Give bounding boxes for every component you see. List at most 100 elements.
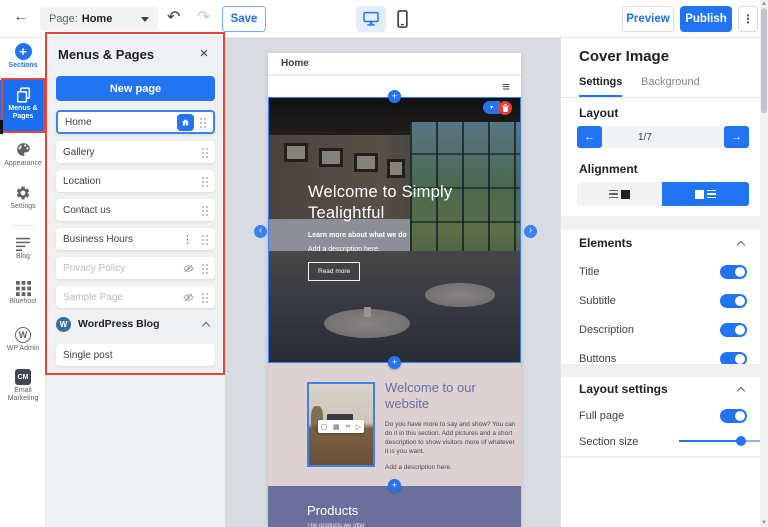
scrollbar-thumb[interactable] — [761, 8, 767, 113]
drag-handle-icon[interactable] — [201, 205, 208, 216]
page-row-label: Home — [65, 117, 92, 128]
mobile-view-button[interactable] — [392, 6, 412, 32]
vertical-scrollbar[interactable]: ▲ ▼ — [760, 0, 768, 527]
page-selector-dropdown[interactable]: Page: Home — [40, 7, 158, 31]
add-section-button[interactable]: + — [388, 479, 401, 492]
tab-settings[interactable]: Settings — [579, 76, 622, 97]
desktop-view-button[interactable] — [356, 6, 386, 32]
back-icon[interactable]: ← — [13, 8, 29, 26]
about-description[interactable]: Add a description here. — [385, 464, 517, 471]
layout-next-button[interactable]: → — [724, 126, 749, 148]
products-heading[interactable]: Products — [307, 503, 358, 518]
sidebar-item-sections[interactable]: + Sections — [0, 40, 46, 70]
layout-next-arrow[interactable]: › — [524, 225, 537, 238]
sidebar-item-blog[interactable]: Blog — [0, 234, 46, 261]
undo-icon[interactable]: ↶ — [167, 7, 180, 27]
publish-button[interactable]: Publish — [680, 6, 732, 32]
hero-description[interactable]: Add a description here. — [308, 246, 468, 253]
delete-section-button[interactable] — [498, 101, 512, 115]
video-icon[interactable]: ▷ — [356, 423, 361, 431]
drag-handle-icon[interactable] — [201, 234, 208, 245]
page-row-gallery[interactable]: Gallery — [56, 141, 215, 163]
scroll-up-arrow[interactable]: ▲ — [760, 1, 768, 7]
more-options-button[interactable]: ⋮ — [738, 6, 758, 32]
preview-button[interactable]: Preview — [622, 6, 674, 32]
gallery-icon[interactable]: ▦ — [333, 423, 340, 431]
alignment-image-left-button[interactable] — [662, 182, 749, 206]
link-icon[interactable]: ∞ — [345, 423, 350, 430]
sidebar-item-settings[interactable]: Settings — [0, 182, 46, 211]
about-section[interactable]: ▢ ▦ ∞ ▷ Welcome to our website Do you ha… — [268, 363, 521, 486]
toggle-label: Description — [579, 324, 720, 336]
eye-off-icon[interactable] — [183, 264, 194, 273]
about-image[interactable]: ▢ ▦ ∞ ▷ — [307, 382, 375, 467]
save-button[interactable]: Save — [222, 6, 266, 32]
page-row-privacy-policy[interactable]: Privacy Policy — [56, 257, 215, 279]
toggle-knob — [735, 296, 745, 306]
panel-title: Menus & Pages — [58, 47, 154, 62]
sidebar-item-label: Sections — [8, 62, 37, 70]
about-text-block: Welcome to our website Do you have more … — [385, 380, 517, 471]
redo-icon: ↷ — [197, 7, 210, 27]
hero-subtitle[interactable]: Learn more about what we do — [308, 232, 468, 239]
read-more-button[interactable]: Read more — [308, 262, 360, 281]
layout-prev-button[interactable]: ← — [577, 126, 602, 148]
section-size-slider[interactable] — [679, 436, 767, 446]
drag-handle-icon[interactable] — [201, 147, 208, 158]
section-size-row: Section size — [579, 432, 747, 452]
sidebar-item-menus-pages[interactable]: Menus & Pages — [0, 80, 46, 133]
sidebar-item-email-marketing[interactable]: CM Email Marketing — [0, 366, 46, 403]
slider-knob[interactable] — [736, 436, 746, 446]
hamburger-menu-icon[interactable]: ≡ — [502, 79, 510, 94]
media-toolbar: ▢ ▦ ∞ ▷ — [318, 420, 364, 433]
new-page-button[interactable]: New page — [56, 76, 215, 101]
site-page-tab[interactable]: Home — [268, 53, 521, 76]
full-page-toggle[interactable] — [720, 409, 747, 423]
cover-image-section[interactable]: Welcome to Simply Tealightful Learn more… — [268, 97, 521, 363]
subtitle-toggle[interactable] — [720, 294, 747, 308]
scroll-down-arrow[interactable]: ▼ — [760, 520, 768, 526]
add-section-button[interactable]: + — [388, 356, 401, 369]
tab-background[interactable]: Background — [641, 76, 700, 88]
page-row-sample-page[interactable]: Sample Page — [56, 286, 215, 308]
grid-icon — [16, 281, 31, 296]
add-section-button[interactable]: + — [388, 90, 401, 103]
hero-title[interactable]: Welcome to Simply Tealightful — [308, 182, 468, 224]
drag-handle-icon[interactable] — [201, 176, 208, 187]
inspector-title: Cover Image — [579, 48, 669, 65]
description-toggle[interactable] — [720, 323, 747, 337]
sidebar-item-appearance[interactable]: Appearance — [0, 138, 46, 168]
elements-accordion-header[interactable]: Elements — [579, 236, 746, 250]
drag-handle-icon[interactable] — [199, 117, 206, 128]
sidebar-item-wp-admin[interactable]: W WP Admin — [0, 324, 46, 353]
page-row-label: Business Hours — [63, 234, 133, 245]
drag-handle-icon[interactable] — [201, 263, 208, 274]
toggle-label: Subtitle — [579, 295, 720, 307]
page-row-business-hours[interactable]: Business Hours ⋮ — [56, 228, 215, 250]
row-menu-icon[interactable]: ⋮ — [182, 233, 193, 246]
toggle-label: Title — [579, 266, 720, 278]
section-separator — [561, 364, 761, 377]
products-body[interactable]: The products we offer — [307, 523, 365, 527]
page-row-contact-us[interactable]: Contact us — [56, 199, 215, 221]
close-icon[interactable]: × — [196, 45, 212, 62]
layout-settings-accordion-header[interactable]: Layout settings — [579, 382, 746, 396]
toggle-knob — [735, 354, 745, 364]
layout-prev-arrow[interactable]: ‹ — [254, 225, 267, 238]
sidebar-item-bluehost[interactable]: Bluehost — [0, 278, 46, 306]
page-row-single-post[interactable]: Single post — [56, 344, 215, 366]
products-section[interactable]: Products The products we offer — [268, 486, 521, 527]
title-toggle[interactable] — [720, 265, 747, 279]
about-heading[interactable]: Welcome to our website — [385, 380, 517, 412]
page-row-location[interactable]: Location — [56, 170, 215, 192]
eye-off-icon[interactable] — [183, 293, 194, 302]
tab-divider — [561, 97, 761, 98]
wordpress-blog-group-header[interactable]: W WordPress Blog — [56, 314, 215, 334]
alignment-text-left-button[interactable] — [577, 182, 662, 206]
about-body[interactable]: Do you have more to say and show? You ca… — [385, 420, 517, 456]
page-row-home[interactable]: Home — [56, 110, 215, 134]
drag-handle-icon[interactable] — [201, 292, 208, 303]
left-sidebar: + Sections Menus & Pages Appearance Sett… — [0, 38, 46, 527]
image-icon[interactable]: ▢ — [321, 423, 328, 431]
toggle-knob — [735, 267, 745, 277]
